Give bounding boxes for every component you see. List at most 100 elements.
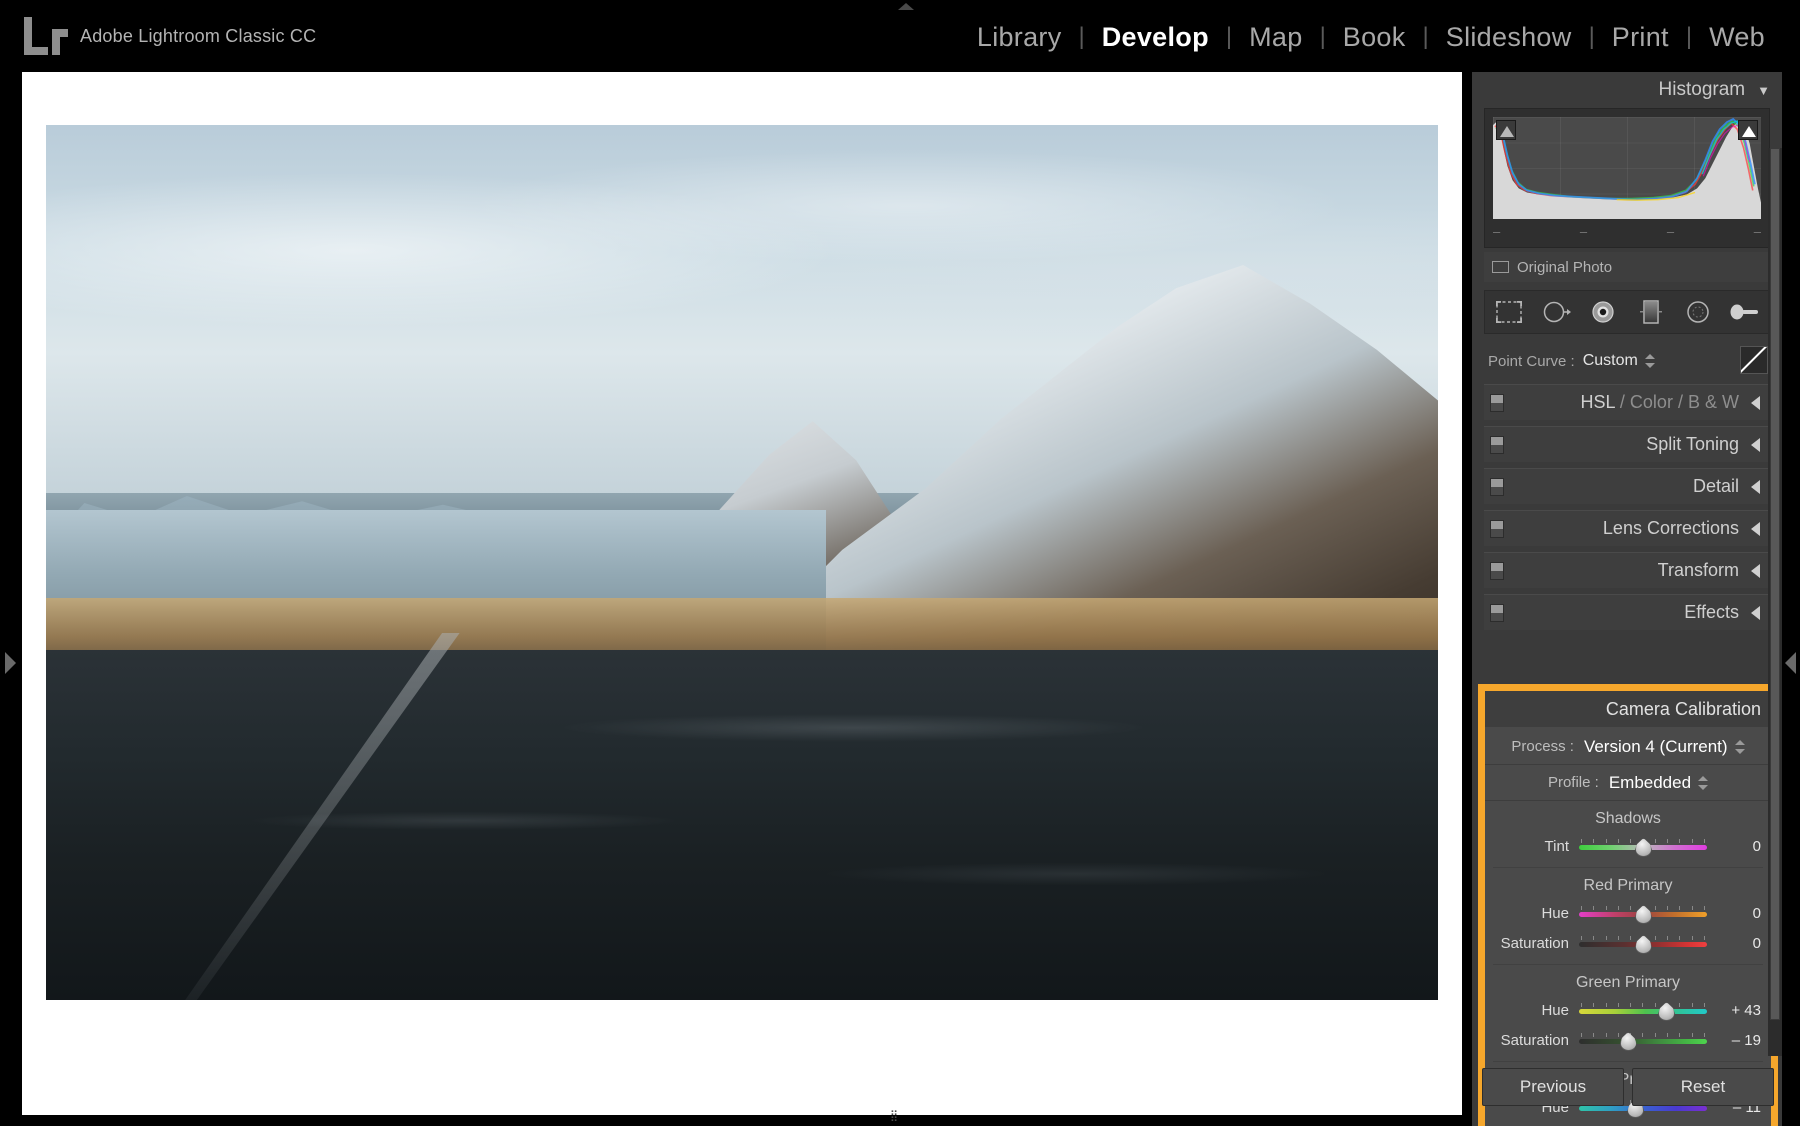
slider-value[interactable]: – 19	[1707, 1032, 1761, 1049]
right-panel-scroll-area: Histogram ▼	[1472, 72, 1782, 1126]
panel-enable-switch[interactable]	[1490, 520, 1504, 538]
slider-value[interactable]: + 43	[1707, 1002, 1761, 1019]
panel-enable-switch[interactable]	[1490, 562, 1504, 580]
slider-row-green-primary-hue[interactable]: Hue+ 43	[1485, 995, 1771, 1025]
process-row[interactable]: Process : Version 4 (Current)	[1485, 729, 1771, 765]
panel-row-split-toning[interactable]: Split Toning	[1484, 426, 1770, 462]
panel-enable-switch[interactable]	[1490, 604, 1504, 622]
slider-track-red-primary-saturation[interactable]	[1579, 932, 1707, 954]
previous-button[interactable]: Previous	[1482, 1068, 1624, 1106]
app-title: Adobe Lightroom Classic CC	[80, 26, 316, 47]
histogram-tick: –	[1754, 227, 1761, 237]
tone-curve-thumbnail-icon[interactable]	[1740, 346, 1768, 374]
color-label[interactable]: Color	[1630, 392, 1673, 412]
camera-calibration-header[interactable]: Camera Calibration	[1485, 691, 1771, 727]
scrollbar-thumb[interactable]	[1770, 148, 1780, 1020]
triangle-up-icon	[1742, 126, 1756, 137]
photo-reflections	[46, 668, 1438, 1001]
process-label: Process :	[1511, 738, 1574, 755]
process-value[interactable]: Version 4 (Current)	[1584, 737, 1728, 757]
slider-value[interactable]: 0	[1707, 935, 1761, 952]
module-map[interactable]: Map	[1232, 20, 1319, 54]
panel-row-lens-corrections[interactable]: Lens Corrections	[1484, 510, 1770, 546]
profile-row[interactable]: Profile : Embedded	[1485, 765, 1771, 801]
chevron-left-icon[interactable]	[1751, 522, 1760, 536]
panel-row-label: Split Toning	[1646, 434, 1739, 455]
slider-value[interactable]: 0	[1707, 905, 1761, 922]
adjustment-brush-tool[interactable]	[1728, 297, 1762, 327]
module-book[interactable]: Book	[1326, 20, 1423, 54]
module-web[interactable]: Web	[1692, 20, 1782, 54]
filmstrip-handle[interactable]: ⣿	[890, 1109, 900, 1122]
rectangle-icon	[1492, 261, 1509, 273]
panel-row-detail[interactable]: Detail	[1484, 468, 1770, 504]
slider-label: Saturation	[1495, 935, 1579, 952]
camera-calibration-title: Camera Calibration	[1606, 699, 1761, 720]
highlight-clipping-indicator[interactable]	[1738, 120, 1758, 140]
right-panel-toggle-arrow[interactable]	[1785, 652, 1796, 674]
spot-removal-tool[interactable]	[1539, 297, 1573, 327]
module-slideshow[interactable]: Slideshow	[1429, 20, 1589, 54]
top-panel-handle[interactable]	[898, 3, 914, 10]
module-develop[interactable]: Develop	[1085, 20, 1226, 54]
right-panel-scrollbar[interactable]	[1768, 148, 1782, 1056]
photo-preview[interactable]	[46, 125, 1438, 1000]
image-canvas[interactable]	[22, 72, 1462, 1115]
triangle-up-icon	[1500, 126, 1514, 137]
panel-list: HSL / Color / B & W Split Toning Detail Len…	[1472, 384, 1782, 630]
chevron-left-icon[interactable]	[1751, 606, 1760, 620]
left-panel-toggle-arrow[interactable]	[5, 652, 16, 674]
slider-ticks	[1581, 1003, 1705, 1007]
shadow-clipping-indicator[interactable]	[1496, 120, 1516, 140]
chevron-left-icon[interactable]	[1751, 396, 1760, 410]
histogram-curve	[1493, 117, 1761, 219]
lightroom-window: Adobe Lightroom Classic CC Library|Devel…	[0, 0, 1800, 1126]
panel-row-label: HSL / Color / B & W	[1581, 392, 1739, 413]
stepper-arrows-icon[interactable]	[1645, 353, 1655, 369]
slider-ticks	[1581, 1033, 1705, 1037]
lightroom-lr-logo-icon	[22, 15, 66, 57]
slider-track-green-primary-hue[interactable]	[1579, 999, 1707, 1021]
hsl-label[interactable]: HSL	[1581, 392, 1615, 412]
panel-enable-switch[interactable]	[1490, 436, 1504, 454]
radial-filter-tool[interactable]	[1681, 297, 1715, 327]
chevron-left-icon[interactable]	[1751, 564, 1760, 578]
histogram-plot[interactable]	[1493, 117, 1761, 219]
slider-row-blue-primary-saturation[interactable]: Saturation– 10	[1485, 1122, 1771, 1126]
slider-row-red-primary-hue[interactable]: Hue0	[1485, 898, 1771, 928]
original-photo-row[interactable]: Original Photo	[1484, 252, 1770, 282]
module-print[interactable]: Print	[1595, 20, 1686, 54]
point-curve-row[interactable]: Point Curve : Custom	[1484, 344, 1770, 378]
chevron-left-icon[interactable]	[1751, 438, 1760, 452]
profile-value[interactable]: Embedded	[1609, 773, 1691, 793]
histogram-title: Histogram	[1659, 79, 1746, 101]
slider-row-shadows-tint[interactable]: Tint0	[1485, 831, 1771, 861]
slider-label: Saturation	[1495, 1032, 1579, 1049]
reset-button[interactable]: Reset	[1632, 1068, 1774, 1106]
slider-track-green-primary-saturation[interactable]	[1579, 1029, 1707, 1051]
slider-row-green-primary-saturation[interactable]: Saturation – 19	[1485, 1025, 1771, 1055]
red-eye-correction-tool[interactable]	[1586, 297, 1620, 327]
panel-enable-switch[interactable]	[1490, 478, 1504, 496]
panel-row-label: Effects	[1684, 602, 1739, 623]
chevron-down-icon[interactable]: ▼	[1757, 83, 1770, 98]
group-title-red-primary: Red Primary	[1485, 868, 1771, 898]
graduated-filter-tool[interactable]	[1634, 297, 1668, 327]
slider-row-red-primary-saturation[interactable]: Saturation 0	[1485, 928, 1771, 958]
chevron-left-icon[interactable]	[1751, 480, 1760, 494]
crop-overlay-tool[interactable]	[1492, 297, 1526, 327]
slider-track-red-primary-hue[interactable]	[1579, 902, 1707, 924]
panel-row-effects[interactable]: Effects	[1484, 594, 1770, 630]
stepper-arrows-icon[interactable]	[1735, 739, 1745, 755]
slider-track-shadows-tint[interactable]	[1579, 835, 1707, 857]
stepper-arrows-icon[interactable]	[1698, 775, 1708, 791]
bw-label[interactable]: B & W	[1688, 392, 1739, 412]
histogram-header[interactable]: Histogram ▼	[1472, 72, 1782, 108]
panel-row-hsl[interactable]: HSL / Color / B & W	[1484, 384, 1770, 420]
panel-enable-switch[interactable]	[1490, 394, 1504, 412]
content-stage: ⣿	[0, 72, 1462, 1126]
module-library[interactable]: Library	[960, 20, 1079, 54]
point-curve-value[interactable]: Custom	[1583, 352, 1638, 370]
panel-row-transform[interactable]: Transform	[1484, 552, 1770, 588]
slider-value[interactable]: 0	[1707, 838, 1761, 855]
